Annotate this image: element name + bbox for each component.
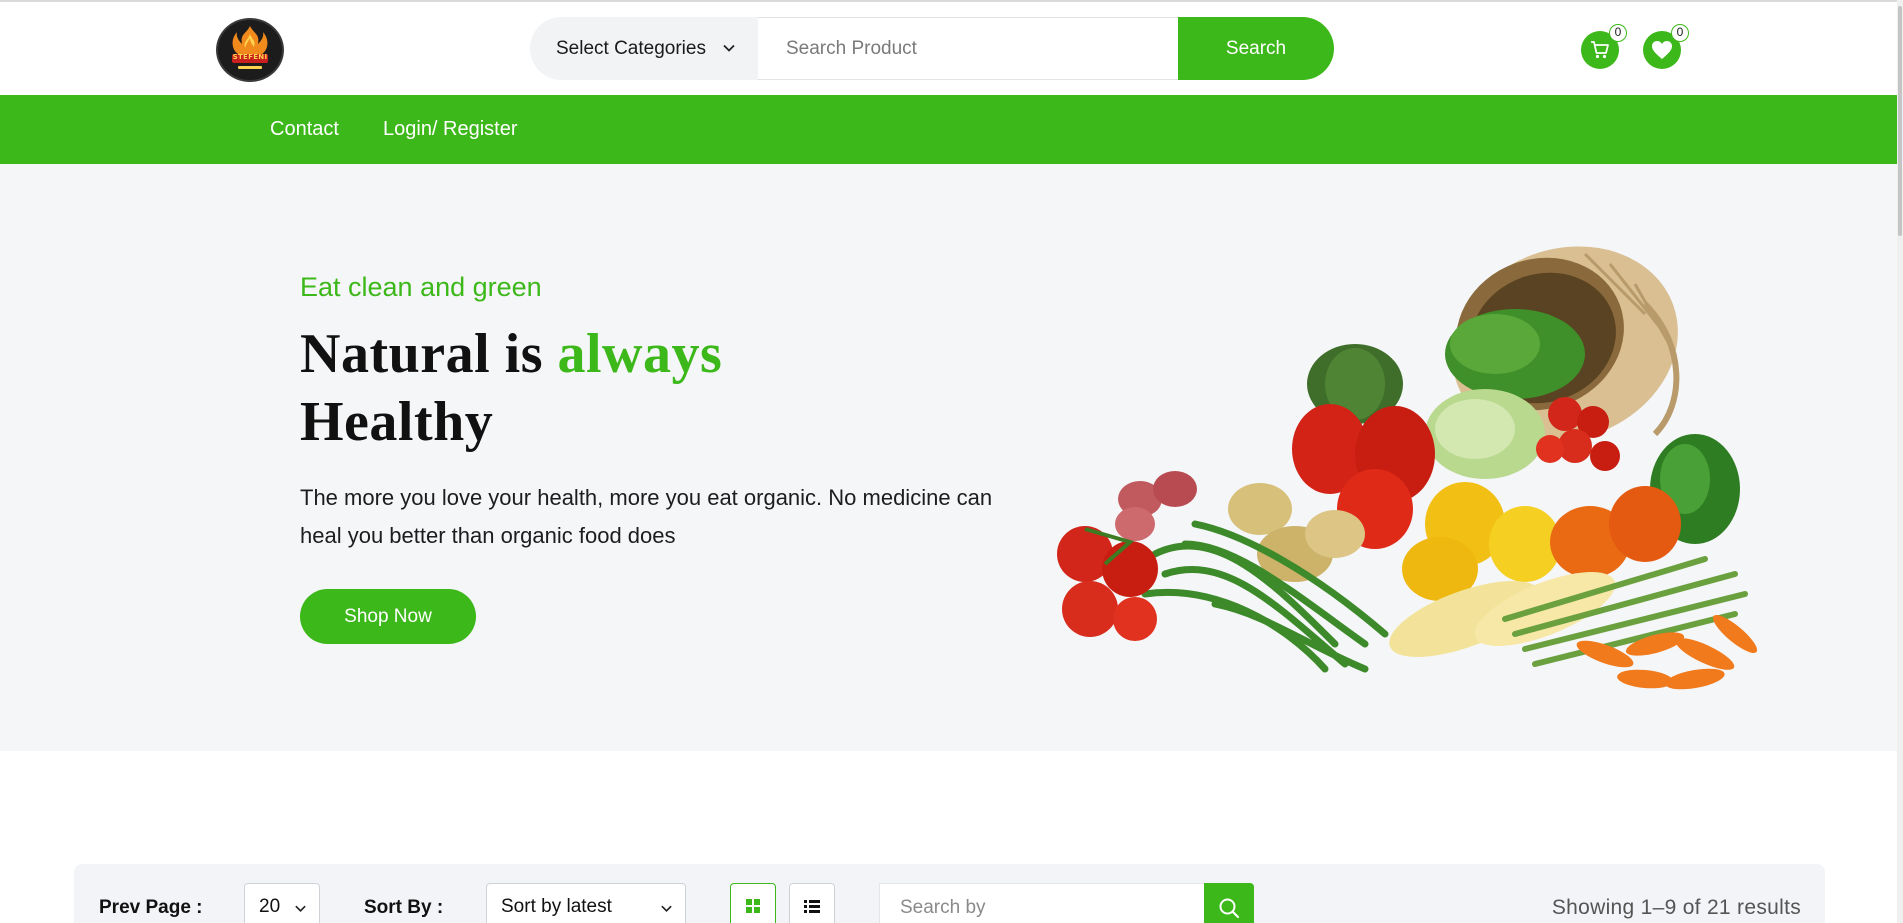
- chevron-down-icon: [723, 44, 735, 52]
- scrollbar-thumb[interactable]: [1898, 6, 1902, 236]
- grid-view-button[interactable]: [730, 883, 776, 923]
- flame-icon: [232, 26, 268, 69]
- vegetable-basket-image: [1057, 246, 1758, 690]
- site-header: STEFENI Select Categories Search 0 0: [0, 2, 1903, 95]
- per-page-value: 20: [259, 896, 281, 917]
- nav-item-login-register[interactable]: Login/ Register: [383, 118, 518, 141]
- page-scrollbar[interactable]: [1897, 0, 1903, 923]
- sort-value: Sort by latest: [501, 896, 612, 917]
- chevron-down-icon: [661, 905, 672, 913]
- wishlist-button[interactable]: 0: [1643, 24, 1689, 69]
- list-view-button[interactable]: [789, 883, 835, 923]
- hero-description: The more you love your health, more you …: [300, 485, 993, 548]
- toolbar-search-button[interactable]: [1204, 883, 1254, 923]
- shop-now-button[interactable]: Shop Now: [300, 589, 476, 644]
- cart-icon: [1591, 41, 1609, 59]
- search-button[interactable]: Search: [1178, 17, 1334, 80]
- product-search-bar: Select Categories Search: [530, 17, 1334, 80]
- cart-count-badge: 0: [1609, 24, 1627, 42]
- per-page-select[interactable]: 20: [244, 883, 320, 923]
- search-input[interactable]: [758, 17, 1188, 80]
- category-select-label: Select Categories: [556, 37, 706, 59]
- per-page-label: Prev Page :: [99, 897, 203, 918]
- shop-toolbar: Prev Page : 20 Sort By : Sort by latest …: [74, 864, 1825, 923]
- main-nav: Contact Login/ Register: [0, 95, 1903, 164]
- results-count: Showing 1–9 of 21 results: [1551, 896, 1801, 919]
- hero-title: Natural is always Healthy: [300, 320, 860, 456]
- chevron-down-icon: [295, 905, 306, 913]
- nav-item-contact[interactable]: Contact: [270, 118, 339, 141]
- list-icon: [804, 900, 820, 913]
- cart-button[interactable]: 0: [1581, 24, 1627, 69]
- sort-select[interactable]: Sort by latest: [486, 883, 686, 923]
- wishlist-count-badge: 0: [1671, 24, 1689, 42]
- logo-text: STEFENI: [232, 53, 268, 61]
- hero-banner: Eat clean and green Natural is always He…: [0, 164, 1903, 751]
- heart-icon: [1652, 41, 1672, 59]
- hero-eyebrow: Eat clean and green: [300, 272, 542, 302]
- logo[interactable]: STEFENI: [216, 18, 284, 82]
- sort-label: Sort By :: [364, 897, 444, 918]
- hero-title-part2: Healthy: [300, 391, 494, 453]
- hero-title-accent: always: [557, 323, 723, 385]
- category-select[interactable]: Select Categories: [530, 17, 758, 80]
- search-icon: [1219, 898, 1240, 919]
- grid-icon: [746, 899, 760, 913]
- toolbar-search-input[interactable]: [879, 883, 1209, 923]
- hero-title-part1: Natural is: [300, 323, 558, 385]
